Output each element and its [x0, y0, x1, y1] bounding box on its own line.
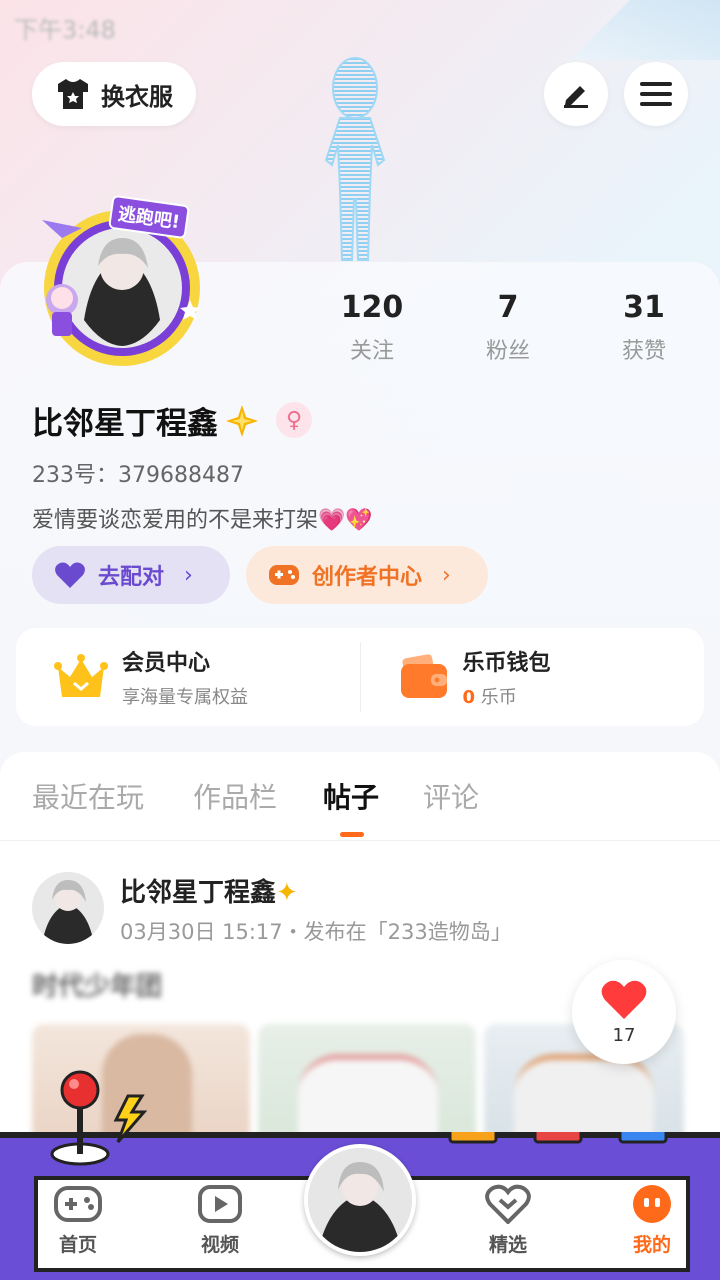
nav-home-label: 首页 — [58, 1234, 97, 1256]
tab-posts[interactable]: 帖子 — [323, 776, 379, 816]
profile-bio: 爱情要谈恋爱用的不是来打架💗💖 — [32, 502, 373, 534]
avatar-hologram — [324, 57, 386, 261]
creator-center-button[interactable]: 创作者中心 › — [246, 546, 488, 604]
header-decoration — [570, 0, 720, 60]
stat-likes-value: 31 — [623, 290, 665, 325]
nav-featured[interactable]: 精选 — [468, 1184, 548, 1257]
post-author[interactable]: 比邻星丁程鑫✦ — [120, 872, 298, 909]
hamburger-menu-icon — [640, 82, 672, 106]
vip-subtitle: 享海量专属权益 — [122, 687, 248, 708]
wallet-icon — [400, 654, 447, 698]
gender-female-icon: ♀ — [276, 402, 312, 438]
gamepad-icon — [54, 1186, 102, 1222]
stat-following-value: 120 — [340, 290, 404, 325]
post-meta: 03月30日 15:17・发布在「233造物岛」 — [120, 920, 512, 944]
stat-likes[interactable]: 31 获赞 — [584, 290, 704, 365]
sparkle-icon: ✦ — [276, 878, 298, 908]
status-time: 下午3:48 — [14, 16, 116, 44]
joystick-icon — [50, 1070, 148, 1166]
sparkle-icon — [226, 404, 258, 437]
wallet-unit: 乐币 — [480, 687, 517, 708]
post-author-name: 比邻星丁程鑫 — [120, 878, 277, 908]
match-label: 去配对 — [98, 565, 165, 590]
nav-video[interactable]: 视频 — [180, 1184, 260, 1257]
change-outfit-label: 换衣服 — [101, 82, 173, 111]
menu-button[interactable] — [624, 62, 688, 126]
profile-name-text: 比邻星丁程鑫 — [32, 406, 218, 442]
edit-button[interactable] — [544, 62, 608, 126]
user-id[interactable]: 233号：379688487 — [32, 457, 244, 489]
pen-icon — [564, 86, 588, 108]
post-text: 时代少年团 — [32, 972, 163, 1002]
match-button[interactable]: 去配对 › — [32, 546, 230, 604]
tab-comments[interactable]: 评论 — [423, 776, 479, 816]
stat-fans[interactable]: 7 粉丝 — [448, 290, 568, 365]
vip-center[interactable]: 会员中心 享海量专属权益 — [16, 628, 360, 726]
stat-fans-value: 7 — [497, 290, 519, 325]
tab-divider — [0, 840, 720, 841]
nav-mine-label: 我的 — [632, 1234, 671, 1256]
stat-fans-label: 粉丝 — [485, 339, 530, 364]
smiley-face-icon — [633, 1185, 671, 1223]
like-count: 17 — [612, 1024, 636, 1046]
post-author-avatar[interactable] — [32, 872, 104, 944]
wallet[interactable]: 乐币钱包 0 乐币 — [361, 628, 705, 726]
stat-following[interactable]: 120 关注 — [312, 290, 432, 365]
center-avatar-button[interactable] — [304, 1144, 416, 1256]
video-play-icon — [198, 1185, 242, 1223]
chevron-right-icon: › — [184, 562, 193, 588]
wallet-amount: 0 — [462, 687, 476, 708]
crown-icon — [54, 654, 108, 697]
gamepad-icon — [269, 565, 299, 585]
nav-video-label: 视频 — [200, 1234, 239, 1256]
tab-indicator — [340, 832, 364, 837]
chevron-right-icon: › — [442, 562, 451, 588]
tab-recently-played[interactable]: 最近在玩 — [32, 776, 144, 816]
pink-hearts-icon: 💗💖 — [318, 508, 373, 533]
avatar-image — [32, 872, 104, 944]
like-button[interactable]: 17 — [572, 960, 676, 1064]
vip-wallet-card: 会员中心 享海量专属权益 乐币钱包 0 乐币 — [16, 628, 704, 726]
shirt-icon — [58, 79, 88, 109]
vip-title: 会员中心 — [122, 651, 211, 676]
change-outfit-button[interactable]: 换衣服 — [32, 62, 196, 126]
heart-chevron-icon — [485, 1184, 531, 1225]
nav-mine[interactable]: 我的 — [612, 1184, 692, 1257]
nav-home[interactable]: 首页 — [38, 1184, 118, 1257]
stat-likes-label: 获赞 — [621, 339, 666, 364]
tab-works[interactable]: 作品栏 — [193, 776, 277, 816]
profile-name: 比邻星丁程鑫 — [32, 398, 260, 443]
heart-icon — [55, 562, 85, 588]
profile-bio-text: 爱情要谈恋爱用的不是来打架 — [32, 508, 319, 533]
wallet-balance: 0 乐币 — [463, 683, 551, 709]
heart-icon — [601, 980, 647, 1019]
wallet-title: 乐币钱包 — [462, 651, 551, 676]
nav-featured-label: 精选 — [488, 1234, 527, 1256]
stat-following-label: 关注 — [349, 339, 394, 364]
profile-avatar[interactable]: 逃跑吧! — [22, 190, 202, 380]
avatar-image — [308, 1148, 412, 1252]
creator-center-label: 创作者中心 — [312, 565, 423, 590]
